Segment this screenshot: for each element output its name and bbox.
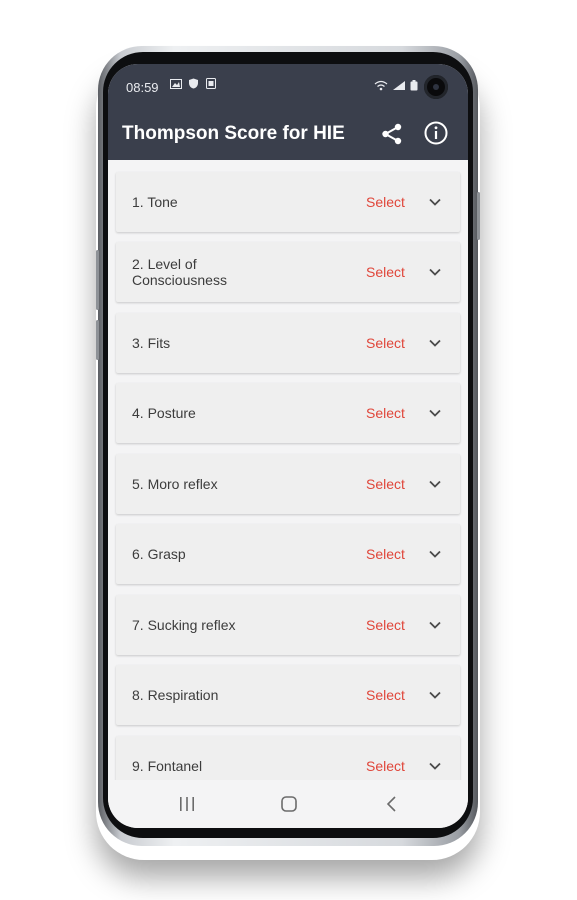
select-button[interactable]: Select — [366, 405, 405, 421]
criterion-fontanel[interactable]: 9. Fontanel Select — [116, 736, 460, 780]
system-icons — [374, 80, 418, 94]
criterion-respiration[interactable]: 8. Respiration Select — [116, 665, 460, 725]
chevron-down-icon[interactable] — [428, 759, 442, 773]
chevron-down-icon[interactable] — [428, 618, 442, 632]
select-button[interactable]: Select — [366, 264, 405, 280]
select-button[interactable]: Select — [366, 617, 405, 633]
criterion-label: 6. Grasp — [132, 546, 186, 562]
chevron-down-icon[interactable] — [428, 265, 442, 279]
recents-icon[interactable] — [178, 796, 196, 812]
chevron-down-icon[interactable] — [428, 406, 442, 420]
select-button[interactable]: Select — [366, 758, 405, 774]
home-icon[interactable] — [280, 795, 298, 813]
system-nav-bar — [108, 780, 468, 828]
select-button[interactable]: Select — [366, 194, 405, 210]
status-bar: 08:59 — [108, 64, 468, 108]
bixby-button — [96, 320, 99, 360]
phone-screen: 08:59 Thompson Score for HIE 1. Tone Sel… — [108, 64, 468, 828]
chevron-down-icon[interactable] — [428, 195, 442, 209]
criterion-tone[interactable]: 1. Tone Select — [116, 172, 460, 232]
wifi-icon — [374, 80, 388, 91]
share-icon[interactable] — [379, 121, 405, 147]
sim-icon — [205, 78, 216, 89]
chevron-down-icon[interactable] — [428, 688, 442, 702]
chevron-down-icon[interactable] — [428, 336, 442, 350]
criterion-sucking-reflex[interactable]: 7. Sucking reflex Select — [116, 595, 460, 655]
notification-icons — [170, 78, 216, 92]
criterion-label: 2. Level of Consciousness — [132, 256, 227, 288]
criterion-fits[interactable]: 3. Fits Select — [116, 313, 460, 373]
score-criteria-list: 1. Tone Select 2. Level of Consciousness… — [108, 160, 468, 780]
power-button — [477, 192, 480, 240]
criterion-label: 9. Fontanel — [132, 758, 203, 774]
status-time: 08:59 — [126, 80, 159, 95]
info-icon[interactable] — [423, 120, 449, 146]
criterion-label: 7. Sucking reflex — [132, 617, 236, 633]
criterion-posture[interactable]: 4. Posture Select — [116, 383, 460, 443]
select-button[interactable]: Select — [366, 687, 405, 703]
volume-button — [96, 250, 99, 310]
signal-icon — [392, 81, 405, 90]
criterion-label: 1. Tone — [132, 194, 178, 210]
image-icon — [170, 79, 182, 89]
criterion-level-of-consciousness[interactable]: 2. Level of Consciousness Select — [116, 242, 460, 302]
page-title: Thompson Score for HIE — [122, 123, 345, 144]
chevron-down-icon[interactable] — [428, 547, 442, 561]
criterion-label: 5. Moro reflex — [132, 476, 218, 492]
select-button[interactable]: Select — [366, 476, 405, 492]
criterion-label: 4. Posture — [132, 405, 196, 421]
app-bar: Thompson Score for HIE — [108, 108, 468, 160]
select-button[interactable]: Select — [366, 335, 405, 351]
select-button[interactable]: Select — [366, 546, 405, 562]
battery-icon — [410, 80, 418, 91]
front-camera — [424, 75, 448, 99]
chevron-down-icon[interactable] — [428, 477, 442, 491]
shield-icon — [189, 78, 199, 89]
criterion-label: 8. Respiration — [132, 687, 219, 703]
back-icon[interactable] — [385, 795, 399, 813]
criterion-grasp[interactable]: 6. Grasp Select — [116, 524, 460, 584]
criterion-label: 3. Fits — [132, 335, 171, 351]
criterion-moro-reflex[interactable]: 5. Moro reflex Select — [116, 454, 460, 514]
